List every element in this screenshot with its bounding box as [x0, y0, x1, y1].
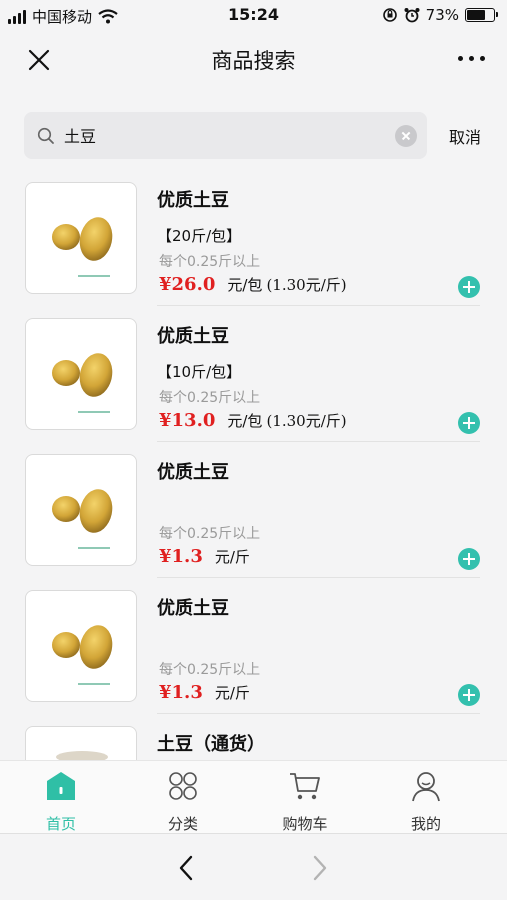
- product-price: ¥26.0: [159, 274, 216, 295]
- forward-arrow-icon[interactable]: [312, 855, 328, 881]
- search-icon: [37, 127, 54, 144]
- product-name: 优质土豆: [157, 326, 229, 347]
- browser-toolbar: [0, 833, 507, 900]
- home-icon: [47, 772, 75, 800]
- product-item[interactable]: 优质土豆 每个0.25斤以上 ¥1.3 元/斤: [0, 442, 507, 578]
- tab-category[interactable]: 分类: [133, 761, 233, 834]
- battery-percent: 73%: [425, 6, 459, 24]
- product-unit-price: (1.30元/斤): [266, 412, 347, 430]
- tab-cart[interactable]: 购物车: [255, 761, 355, 834]
- category-icon: [169, 772, 197, 800]
- add-to-cart-button[interactable]: [458, 684, 480, 706]
- search-bar: [24, 112, 427, 159]
- add-to-cart-button[interactable]: [458, 276, 480, 298]
- tab-mine-label: 我的: [410, 815, 441, 833]
- product-unit: 元/包: [227, 412, 263, 430]
- clear-icon[interactable]: [395, 125, 417, 147]
- rotation-lock-icon: [382, 8, 397, 22]
- product-thumbnail[interactable]: [25, 182, 137, 294]
- tab-cart-label: 购物车: [282, 815, 328, 833]
- tab-home[interactable]: 首页: [11, 761, 111, 834]
- user-icon: [412, 772, 440, 802]
- back-arrow-icon[interactable]: [178, 855, 194, 881]
- product-spec: 【20斤/包】: [157, 227, 242, 245]
- potato-image: [52, 625, 113, 685]
- product-item[interactable]: 土豆（通货）: [0, 714, 507, 760]
- alarm-icon: [404, 8, 420, 23]
- price-line: ¥13.0 元/包 (1.30元/斤): [159, 410, 347, 431]
- potato-image: [52, 217, 113, 277]
- price-line: ¥26.0 元/包 (1.30元/斤): [159, 274, 347, 295]
- product-note: 每个0.25斤以上: [159, 254, 261, 270]
- tab-bar: 首页 分类 购物车 我的: [0, 760, 507, 833]
- product-name: 优质土豆: [157, 190, 229, 211]
- product-name: 土豆（通货）: [157, 734, 265, 755]
- product-note: 每个0.25斤以上: [159, 390, 261, 406]
- product-thumbnail[interactable]: [25, 318, 137, 430]
- tab-category-label: 分类: [167, 815, 198, 833]
- product-item[interactable]: 优质土豆 【20斤/包】 每个0.25斤以上 ¥26.0 元/包 (1.30元/…: [0, 170, 507, 306]
- cancel-button[interactable]: 取消: [449, 124, 481, 148]
- page-title: 商品搜索: [211, 49, 296, 73]
- potato-image: [52, 353, 113, 413]
- product-note: 每个0.25斤以上: [159, 526, 261, 542]
- potato-image: [56, 751, 108, 760]
- status-right: 73%: [382, 6, 498, 24]
- price-line: ¥1.3 元/斤: [159, 546, 250, 567]
- product-thumbnail[interactable]: [25, 726, 137, 760]
- battery-icon: [465, 8, 498, 22]
- product-thumbnail[interactable]: [25, 454, 137, 566]
- product-name: 优质土豆: [157, 598, 229, 619]
- product-name: 优质土豆: [157, 462, 229, 483]
- product-price: ¥1.3: [159, 682, 203, 703]
- product-unit: 元/斤: [214, 548, 250, 566]
- tab-home-label: 首页: [45, 815, 76, 833]
- price-line: ¥1.3 元/斤: [159, 682, 250, 703]
- product-price: ¥1.3: [159, 546, 203, 567]
- product-item[interactable]: 优质土豆 每个0.25斤以上 ¥1.3 元/斤: [0, 578, 507, 714]
- product-unit: 元/斤: [214, 684, 250, 702]
- product-price: ¥13.0: [159, 410, 216, 431]
- tab-mine[interactable]: 我的: [376, 761, 476, 834]
- product-item[interactable]: 优质土豆 【10斤/包】 每个0.25斤以上 ¥13.0 元/包 (1.30元/…: [0, 306, 507, 442]
- product-thumbnail[interactable]: [25, 590, 137, 702]
- more-icon[interactable]: [458, 56, 485, 61]
- product-list: 优质土豆 【20斤/包】 每个0.25斤以上 ¥26.0 元/包 (1.30元/…: [0, 170, 507, 760]
- navigation-bar: 商品搜索: [0, 32, 507, 90]
- product-note: 每个0.25斤以上: [159, 662, 261, 678]
- product-unit: 元/包: [227, 276, 263, 294]
- add-to-cart-button[interactable]: [458, 412, 480, 434]
- cart-icon: [290, 773, 320, 800]
- add-to-cart-button[interactable]: [458, 548, 480, 570]
- potato-image: [52, 489, 113, 549]
- search-input[interactable]: [64, 125, 364, 144]
- status-bar: 中国移动 15:24 73%: [0, 0, 507, 32]
- product-spec: 【10斤/包】: [157, 363, 242, 381]
- product-unit-price: (1.30元/斤): [266, 276, 347, 294]
